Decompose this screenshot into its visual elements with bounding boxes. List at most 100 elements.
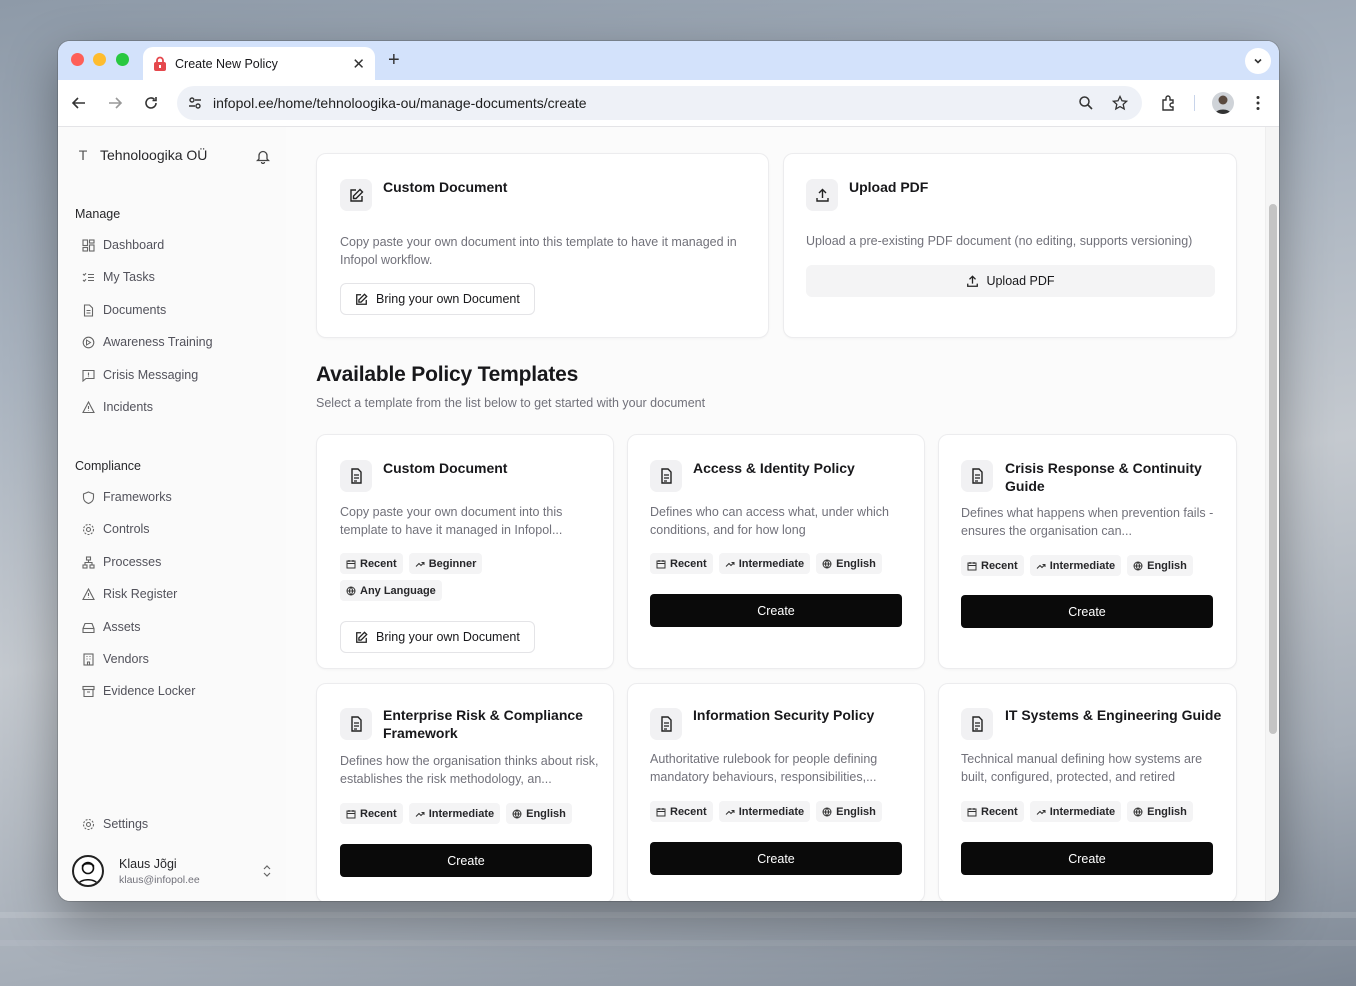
org-name: Tehnoloogika OÜ [100,147,208,163]
user-email: klaus@infopol.ee [119,873,200,886]
document-icon [660,468,672,484]
maximize-window-button[interactable] [116,53,129,66]
create-button[interactable]: Create [340,844,592,877]
template-title: IT Systems & Engineering Guide [1005,707,1222,723]
badge-level: Intermediate [718,553,811,574]
zoom-icon[interactable] [1078,95,1094,111]
sidebar-item-label: Vendors [103,652,149,666]
badge-recent: Recent [340,553,403,574]
back-icon[interactable] [70,94,88,112]
template-card: Information Security Policy Authoritativ… [627,683,925,901]
templates-subheading: Select a template from the list below to… [316,396,706,410]
extensions-icon[interactable] [1160,94,1178,112]
sidebar-item-label: My Tasks [103,270,155,284]
sidebar-item-settings[interactable]: Settings [82,813,148,835]
sidebar-item-label: Processes [103,555,162,569]
edit-icon [349,188,363,202]
sidebar-item-crisis-messaging[interactable]: Crisis Messaging [82,364,198,386]
create-button[interactable]: Create [961,842,1213,875]
template-card: IT Systems & Engineering Guide Technical… [938,683,1237,901]
close-tab-icon[interactable]: ✕ [352,55,365,73]
tab-search-button[interactable] [1245,48,1271,74]
template-badges: Recent Intermediate English [650,801,910,822]
badge-level: Intermediate [1029,555,1122,576]
sidebar: T Tehnoloogika OÜ Manage Dashboard My Ta… [58,127,286,901]
sidebar-item-vendors[interactable]: Vendors [82,648,149,670]
badge-label: Recent [360,557,397,570]
user-menu[interactable]: Klaus Jõgi klaus@infopol.ee [72,851,272,891]
sidebar-item-dashboard[interactable]: Dashboard [82,234,164,256]
scrollbar-thumb[interactable] [1269,204,1277,734]
card-description: Upload a pre-existing PDF document (no e… [806,234,1193,248]
badge-label: English [1147,805,1187,818]
reload-icon[interactable] [142,94,160,112]
sidebar-item-risk-register[interactable]: Risk Register [82,583,177,605]
document-icon [350,468,362,484]
sidebar-item-frameworks[interactable]: Frameworks [82,486,172,508]
calendar-icon [656,559,666,568]
forward-icon[interactable] [106,94,124,112]
user-name: Klaus Jõgi [119,856,177,871]
sidebar-item-evidence-locker[interactable]: Evidence Locker [82,680,195,702]
sidebar-item-my-tasks[interactable]: My Tasks [82,266,155,288]
badge-level: Intermediate [1029,801,1122,822]
sidebar-item-documents[interactable]: Documents [82,299,166,321]
template-description: Defines who can access what, under which… [650,505,890,537]
sidebar-item-awareness-training[interactable]: Awareness Training [82,331,213,353]
create-button[interactable]: Create [650,594,902,627]
trending-up-icon [415,811,425,817]
sidebar-item-label: Frameworks [103,490,172,504]
sidebar-item-controls[interactable]: Controls [82,518,150,540]
document-icon [971,716,983,732]
badge-label: Recent [981,559,1018,572]
browser-tab[interactable]: Create New Policy ✕ [143,47,375,80]
badge-label: English [1147,559,1187,572]
sidebar-item-assets[interactable]: Assets [82,616,141,638]
bring-own-document-button[interactable]: Bring your own Document [340,283,535,315]
calendar-icon [346,559,356,568]
badge-recent: Recent [340,803,403,824]
org-switcher[interactable]: T Tehnoloogika OÜ [70,147,208,163]
avatar [72,855,104,887]
badge-language: Any Language [340,580,442,601]
site-settings-icon[interactable] [187,95,203,111]
warning-icon [82,400,95,413]
sidebar-item-label: Awareness Training [103,335,213,349]
upload-pdf-button[interactable]: Upload PDF [806,265,1215,297]
bookmark-star-icon[interactable] [1112,95,1128,111]
card-description: Copy paste your own document into this t… [340,235,737,267]
minimize-window-button[interactable] [93,53,106,66]
bring-own-document-button[interactable]: Bring your own Document [340,621,535,653]
badge-language: English [1127,801,1193,822]
button-label: Bring your own Document [376,630,520,644]
person-icon [1215,95,1231,114]
badge-label: English [836,805,876,818]
create-button[interactable]: Create [650,842,902,875]
badge-label: English [836,557,876,570]
workflow-icon [82,555,95,569]
list-check-icon [82,272,94,282]
compliance-section-label: Compliance [75,459,142,473]
template-title: Enterprise Risk & Compliance Framework [383,707,583,741]
globe-icon [512,809,522,818]
gear-icon [82,523,95,535]
close-window-button[interactable] [71,53,84,66]
scrollbar[interactable] [1265,127,1279,901]
bell-icon[interactable] [256,149,270,164]
url-text[interactable]: infopol.ee/home/tehnoloogika-ou/manage-d… [213,95,1078,111]
sidebar-item-label: Assets [103,620,141,634]
address-bar[interactable]: infopol.ee/home/tehnoloogika-ou/manage-d… [177,86,1142,120]
person-icon [77,861,99,885]
trending-up-icon [725,561,735,567]
badge-recent: Recent [650,553,713,574]
create-button[interactable]: Create [961,595,1213,628]
new-tab-button[interactable]: + [388,49,400,71]
menu-dots-icon[interactable] [1249,94,1267,112]
sidebar-item-label: Dashboard [103,238,165,252]
sidebar-item-incidents[interactable]: Incidents [82,396,153,418]
badge-recent: Recent [961,801,1024,822]
button-label: Upload PDF [986,274,1055,288]
sidebar-item-processes[interactable]: Processes [82,551,161,573]
profile-avatar[interactable] [1212,92,1234,114]
icon-box [340,708,372,740]
